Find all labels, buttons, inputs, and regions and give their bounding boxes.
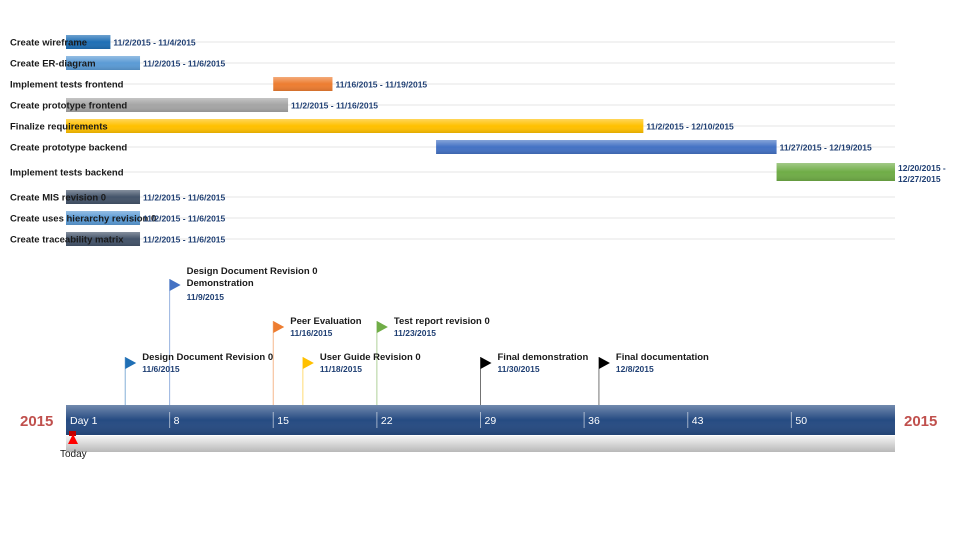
timeline-tick-label: Day 1 [70,415,98,427]
today-label: Today [60,449,87,460]
timeline-layer: Day 1 8 15 22 29 36 43 50 2015 2015 Today [20,405,937,460]
gantt-chart: Create wireframe 11/2/2015 - 11/4/2015 Cre… [10,35,946,460]
task-label: Create MIS revision 0 [10,193,106,204]
milestone-title: Design Document Revision 0 [142,352,273,363]
task-label: Create traceability matrix [10,235,124,246]
timeline-tick-label: 15 [277,415,289,427]
task-dates: 11/2/2015 - 11/4/2015 [113,38,196,48]
task-label: Create prototype frontend [10,101,127,112]
task-label: Finalize requirements [10,122,108,133]
milestone-title: Final demonstration [498,352,589,363]
task-dates: 11/2/2015 - 11/6/2015 [143,235,226,245]
milestone-date: 12/8/2015 [616,364,654,374]
task-bar-shine [436,140,777,154]
task-dates: 12/20/2015 - [898,163,946,173]
year-label-left: 2015 [20,413,53,430]
milestone-date: 11/30/2015 [498,364,540,374]
milestone-title: User Guide Revision 0 [320,352,421,363]
timeline-tick-label: 50 [795,415,807,427]
tasks-layer: Create wireframe 11/2/2015 - 11/4/2015 Cre… [10,35,946,246]
task-dates: 11/2/2015 - 12/10/2015 [646,122,734,132]
milestone-flag-icon [273,321,285,333]
milestone-flag-icon [125,357,137,369]
task-dates: 12/27/2015 [898,174,941,184]
milestone-flag-icon [598,357,610,369]
timeline-tick-label: 22 [381,415,393,427]
task-label: Implement tests frontend [10,80,124,91]
milestone-flag-icon [302,357,314,369]
task-bar-shine [776,163,895,181]
task-label: Create uses hierarchy revision 0 [10,214,156,225]
milestone-date: 11/16/2015 [290,328,332,338]
milestones-layer: Design Document Revision 0Demonstration1… [124,266,709,405]
milestone-date: 11/6/2015 [142,364,180,374]
milestone-title: Demonstration [187,278,254,289]
timeline-shadow [66,436,895,452]
task-label: Create ER-diagram [10,59,96,70]
timeline-tick-label: 43 [692,415,704,427]
milestone-flag-icon [376,321,388,333]
task-bar-shine [273,77,333,91]
task-label: Create prototype backend [10,143,127,154]
task-label: Create wireframe [10,38,87,49]
milestone-title: Test report revision 0 [394,316,490,327]
milestone-date: 11/23/2015 [394,328,436,338]
milestone-date: 11/9/2015 [187,292,225,302]
task-bar-shine [66,119,644,133]
task-dates: 11/16/2015 - 11/19/2015 [335,80,427,90]
milestone-flag-icon [480,357,492,369]
task-dates: 11/2/2015 - 11/6/2015 [143,193,226,203]
timeline-tick-label: 8 [174,415,180,427]
milestone-date: 11/18/2015 [320,364,362,374]
milestone-title: Peer Evaluation [290,316,361,327]
task-dates: 11/2/2015 - 11/6/2015 [143,59,226,69]
timeline-tick-label: 36 [588,415,600,427]
task-dates: 11/27/2015 - 12/19/2015 [780,143,872,153]
milestone-flag-icon [169,279,181,291]
timeline-tick-label: 29 [485,415,497,427]
year-label-right: 2015 [904,413,937,430]
task-dates: 11/2/2015 - 11/16/2015 [291,101,378,111]
milestone-title: Final documentation [616,352,709,363]
task-dates: 11/2/2015 - 11/6/2015 [143,214,226,224]
task-label: Implement tests backend [10,168,124,179]
milestone-title: Design Document Revision 0 [187,266,318,277]
